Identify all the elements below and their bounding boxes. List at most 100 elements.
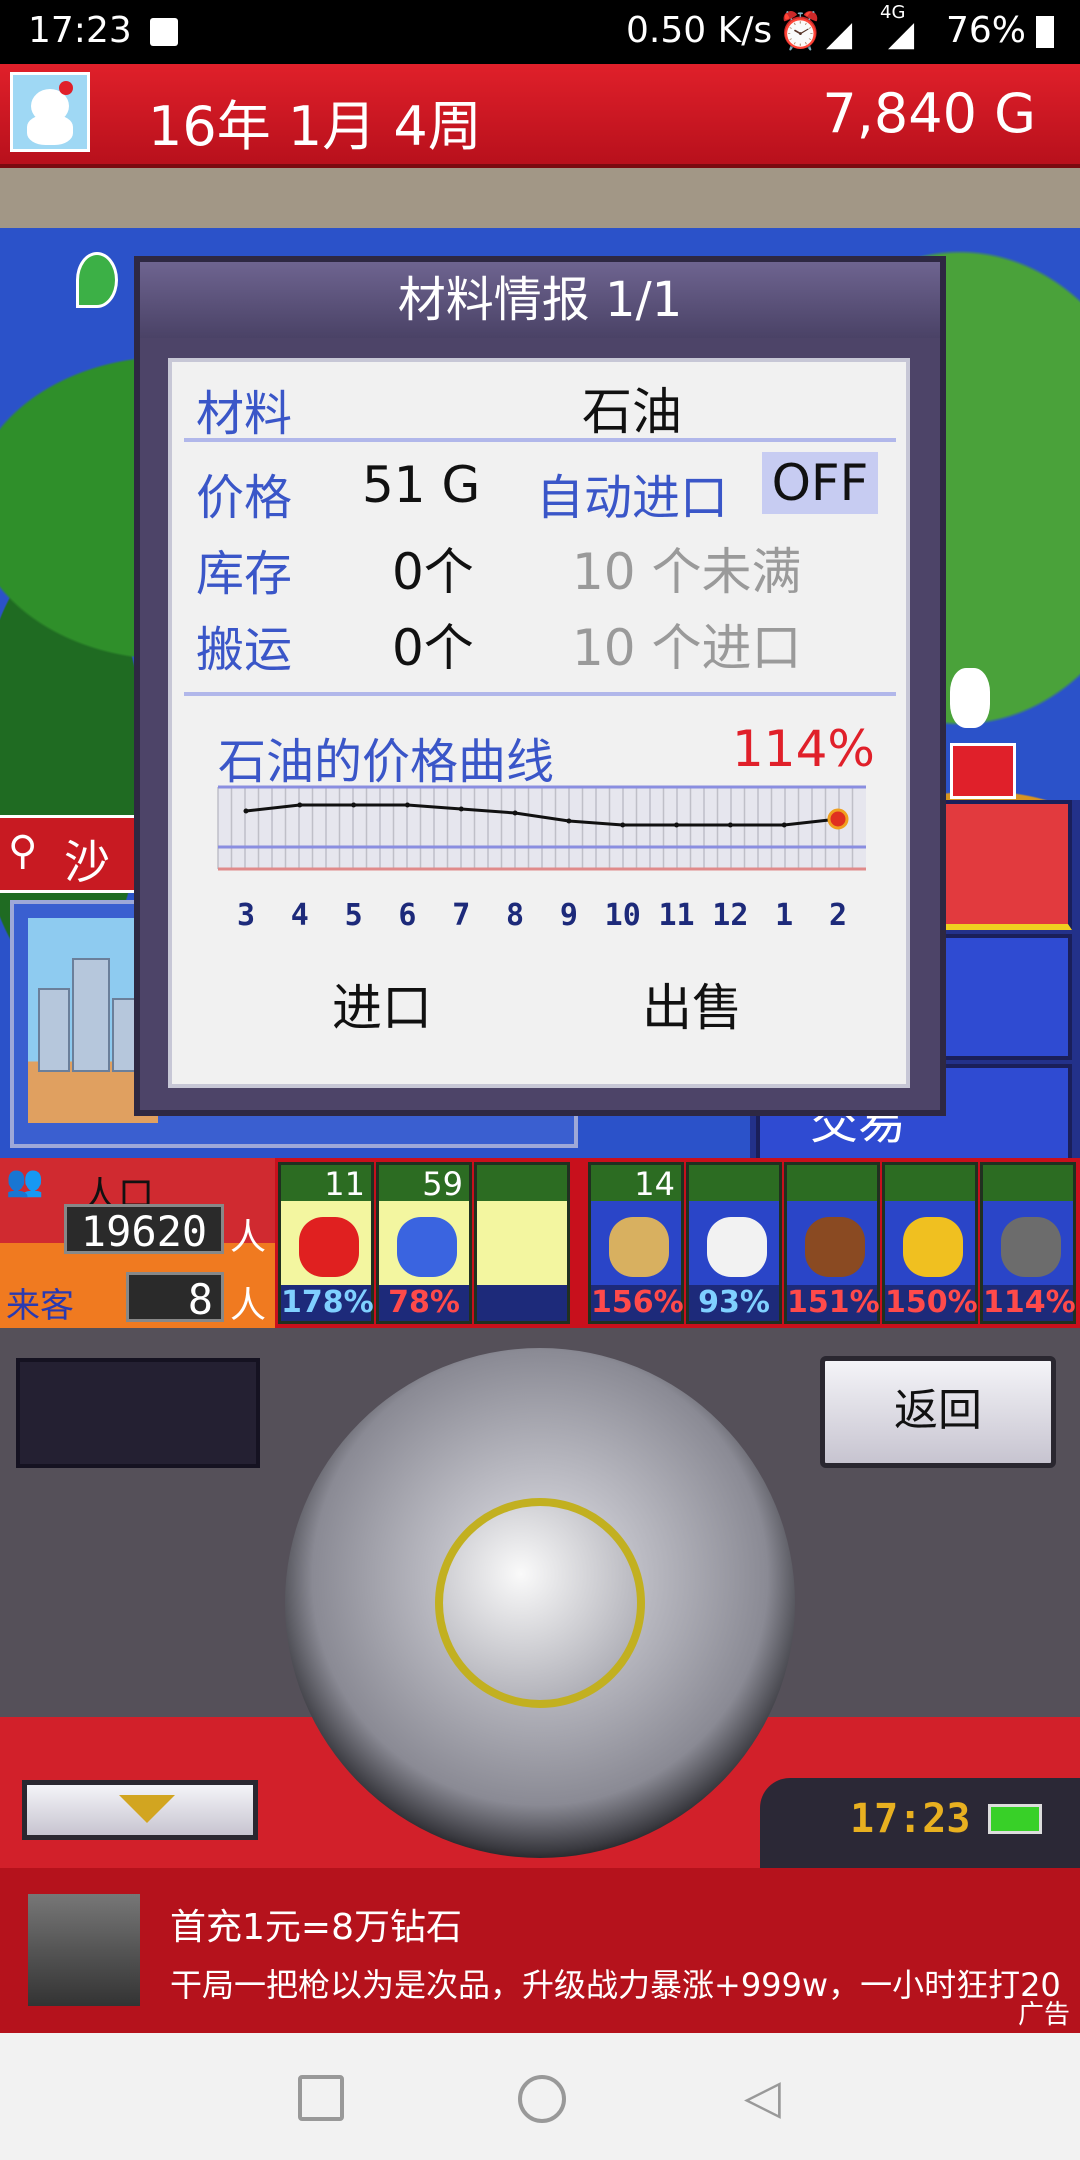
chart-point <box>404 802 410 808</box>
oil-barrel-icon <box>1001 1217 1061 1277</box>
chart-x-tick-label: 1 <box>775 898 793 933</box>
price-curve-percent: 114% <box>732 720 875 778</box>
goods-count <box>477 1165 567 1201</box>
battery-icon <box>988 1804 1042 1834</box>
gold-icon <box>903 1217 963 1277</box>
back-button[interactable]: 返回 <box>820 1356 1056 1468</box>
net-speed: 0.50 K/s <box>626 10 773 51</box>
map-character-icon[interactable] <box>950 668 990 728</box>
divider <box>184 692 896 696</box>
flag-icon[interactable] <box>950 743 1016 799</box>
empty-slot <box>495 1217 555 1277</box>
goods-percent: 114% <box>983 1285 1076 1321</box>
dpad[interactable] <box>285 1348 795 1858</box>
chart-x-tick-label: 4 <box>291 898 309 933</box>
coastline <box>0 168 1080 228</box>
recents-icon[interactable] <box>298 2075 344 2121</box>
material-info-dialog: 材料情报 1/1 材料 石油 价格 51 G 自动进口 OFF 库存 0个 10… <box>134 256 946 1116</box>
stock-value: 0个 <box>392 543 474 601</box>
import-button[interactable]: 进口 <box>332 968 432 1040</box>
game-clock: 17:23 <box>850 1796 971 1842</box>
divider <box>184 438 896 442</box>
goods-count <box>885 1165 975 1201</box>
goods-slot[interactable]: 14 156% <box>588 1162 684 1324</box>
ad-title[interactable]: 首充1元=8万钻石 <box>170 1898 462 1950</box>
red-bag-icon <box>299 1217 359 1277</box>
menu-down-button[interactable] <box>22 1780 258 1840</box>
goods-count <box>787 1165 877 1201</box>
visitor-unit: 人 <box>230 1285 267 1326</box>
goods-slot[interactable]: 151% <box>784 1162 880 1324</box>
chart-x-tick-label: 5 <box>345 898 363 933</box>
auto-import-label: 自动进口 <box>536 470 729 526</box>
ad-subtitle[interactable]: 干局一把枪以为是次品，升级战力暴涨+999w，一小时狂打2000现 <box>170 1960 1060 2006</box>
goods-slot[interactable]: 150% <box>882 1162 978 1324</box>
city-label[interactable]: ⚲ 沙 <box>0 815 140 893</box>
price-value: 51 G <box>362 456 481 514</box>
goods-percent: 150% <box>885 1285 978 1321</box>
goods-slot[interactable]: 114% <box>980 1162 1076 1324</box>
map-pin-icon[interactable] <box>76 252 118 308</box>
visitor-label: 来客 <box>6 1286 74 1326</box>
chart-point <box>674 822 680 828</box>
game-date: 16年 1月 4周 <box>148 95 482 158</box>
stock-label: 库存 <box>196 546 293 602</box>
ad-image[interactable] <box>28 1894 140 2006</box>
pin-icon: ⚲ <box>8 828 38 874</box>
people-icon: 👥 <box>6 1164 44 1199</box>
chart-x-tick-label: 9 <box>560 898 578 933</box>
goods-slot[interactable]: 93% <box>686 1162 782 1324</box>
goods-slot[interactable] <box>474 1162 570 1324</box>
chart-point <box>297 802 303 808</box>
goods-percent: 156% <box>591 1285 684 1321</box>
goods-slot[interactable]: 59 78% <box>376 1162 472 1324</box>
dialog-body: 材料 石油 价格 51 G 自动进口 OFF 库存 0个 10 个未满 搬运 0… <box>168 358 910 1088</box>
ad-banner[interactable]: 首充1元=8万钻石 干局一把枪以为是次品，升级战力暴涨+999w，一小时狂打20… <box>0 1868 1080 2033</box>
goods-slot[interactable]: 11 178% <box>278 1162 374 1324</box>
chart-point <box>458 806 464 812</box>
chart-point <box>243 808 249 814</box>
auto-import-toggle[interactable]: OFF <box>762 452 878 514</box>
visitor-value: 8 <box>126 1272 224 1324</box>
control-pad: 返回 17:23 <box>0 1328 1080 1868</box>
chart-point <box>512 810 518 816</box>
status-time: 17:23 <box>28 10 132 51</box>
sell-button[interactable]: 出售 <box>642 968 742 1040</box>
goods-percent <box>477 1285 567 1321</box>
population-panel: 👥 人口 19620 人 来客 8 人 <box>0 1158 275 1328</box>
dpad-center-button[interactable] <box>435 1498 645 1708</box>
population-unit: 人 <box>230 1217 267 1258</box>
price-label: 价格 <box>196 470 293 526</box>
chart-point <box>781 822 787 828</box>
down-arrow-icon <box>119 1795 175 1823</box>
chart-point <box>620 822 626 828</box>
back-nav-icon[interactable]: ◁ <box>744 2073 781 2121</box>
chart-x-tick-label: 3 <box>237 898 255 933</box>
transport-value: 0个 <box>392 619 474 677</box>
sheep-icon <box>707 1217 767 1277</box>
dialog-title: 材料情报 1/1 <box>140 262 940 338</box>
clock-panel: 17:23 <box>760 1778 1080 1868</box>
price-curve-chart: 3 4 5 6 7 8 9 10 11 12 1 2 <box>217 785 866 933</box>
goods-count: 14 <box>591 1165 681 1203</box>
home-icon[interactable] <box>518 2075 566 2123</box>
chart-x-tick-label: 10 <box>605 898 641 933</box>
chart-point <box>727 822 733 828</box>
wood-icon <box>805 1217 865 1277</box>
city-name: 沙 <box>64 835 110 889</box>
avatar[interactable] <box>10 72 90 152</box>
goods-bar: 👥 人口 19620 人 来客 8 人 11 178% 59 78% 14 156% 93%… <box>0 1158 1080 1328</box>
stock-note: 10 个未满 <box>572 543 802 601</box>
battery-icon <box>1036 16 1054 48</box>
signal-4g-icon: ◢ <box>888 14 915 54</box>
nav-bar: ◁ <box>0 2033 1080 2160</box>
chart-current-point <box>827 808 849 830</box>
ad-tag: 广告 <box>1017 2000 1070 2030</box>
population-value: 19620 <box>64 1204 224 1256</box>
info-screen <box>16 1358 260 1468</box>
chart-x-tick-label: 11 <box>658 898 694 933</box>
material-value: 石油 <box>582 383 682 441</box>
goods-count <box>983 1165 1073 1201</box>
material-label: 材料 <box>196 386 293 442</box>
blue-bag-icon <box>397 1217 457 1277</box>
